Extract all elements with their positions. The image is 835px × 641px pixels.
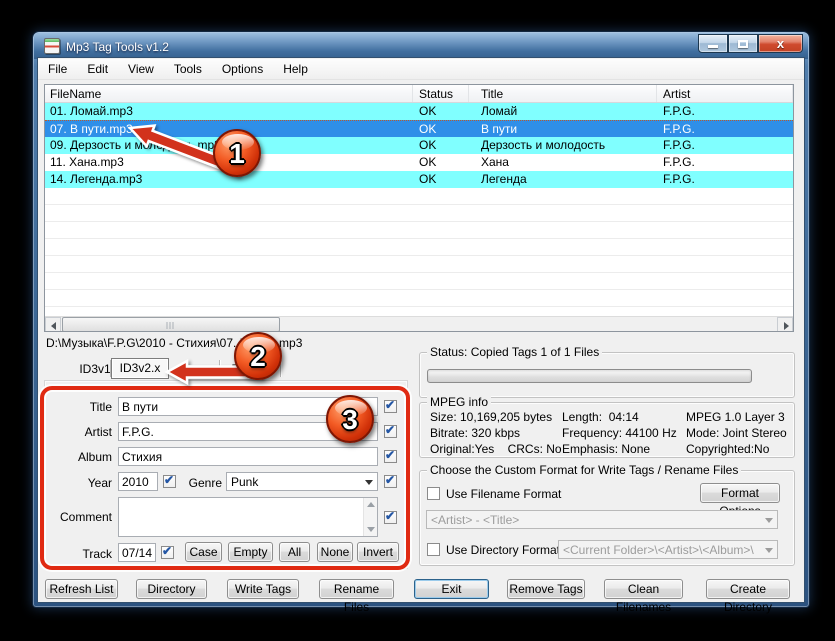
status-group-label: Status: Copied Tags 1 of 1 Files bbox=[427, 345, 602, 359]
file-list: FileName Status Title Artist 01. Ломай.m… bbox=[44, 84, 794, 332]
directory-format-value: <Current Folder>\<Artist>\<Album>\ bbox=[563, 543, 761, 557]
title-bar[interactable]: Mp3 Tag Tools v1.2 x bbox=[34, 33, 808, 59]
directory-format-select[interactable]: <Current Folder>\<Artist>\<Album>\ bbox=[558, 540, 778, 559]
minimize-button[interactable] bbox=[698, 34, 728, 53]
menu-item-view[interactable]: View bbox=[118, 59, 164, 80]
cell-artist: F.P.G. bbox=[657, 121, 793, 137]
maximize-icon bbox=[738, 40, 748, 48]
annotation-callout-2: 2 bbox=[234, 332, 282, 380]
file-row-selected[interactable]: 07. В пути.mp3 OK В пути F.P.G. bbox=[45, 120, 793, 137]
mpeg-copyrighted: Copyrighted:No bbox=[686, 442, 769, 456]
cell-status: OK bbox=[413, 171, 469, 188]
chevron-down-icon bbox=[765, 518, 773, 523]
column-header-status[interactable]: Status bbox=[413, 85, 469, 102]
custom-format-label: Choose the Custom Format for Write Tags … bbox=[427, 463, 741, 477]
horizontal-scrollbar[interactable] bbox=[45, 316, 793, 331]
column-header-artist[interactable]: Artist bbox=[657, 85, 793, 102]
maximize-button[interactable] bbox=[728, 34, 758, 53]
cell-title: Хана bbox=[469, 154, 657, 171]
file-row[interactable]: 09. Дерзость и молодость.mp3 OK Дерзость… bbox=[45, 137, 793, 154]
remove-tags-button[interactable]: Remove Tags bbox=[507, 579, 585, 599]
menu-item-tools[interactable]: Tools bbox=[164, 59, 212, 80]
directory-button[interactable]: Directory bbox=[136, 579, 207, 599]
filename-format-value: <Artist> - <Title> bbox=[431, 513, 761, 527]
cell-status: OK bbox=[413, 154, 469, 171]
scroll-left-button[interactable] bbox=[45, 317, 61, 332]
mpeg-emphasis: Emphasis: None bbox=[562, 442, 650, 456]
write-tags-button[interactable]: Write Tags bbox=[227, 579, 299, 599]
rename-files-button[interactable]: Rename Files bbox=[319, 579, 394, 599]
screenshot-root: Mp3 Tag Tools v1.2 x File Edit View Tool… bbox=[0, 0, 835, 641]
mpeg-length: Length: 04:14 bbox=[562, 410, 639, 424]
scrollbar-grip-icon bbox=[167, 322, 176, 329]
format-options-button[interactable]: Format Options bbox=[700, 483, 780, 503]
scrollbar-thumb[interactable] bbox=[62, 317, 280, 332]
use-directory-format-label: Use Directory Format bbox=[446, 543, 560, 557]
annotation-callout-1: 1 bbox=[213, 129, 261, 177]
menu-item-edit[interactable]: Edit bbox=[77, 59, 118, 80]
use-filename-format-checkbox[interactable] bbox=[427, 487, 440, 500]
cell-status: OK bbox=[413, 137, 469, 154]
mpeg-original: Original:Yes CRCs: No bbox=[430, 442, 562, 456]
cell-artist: F.P.G. bbox=[657, 171, 793, 188]
cell-artist: F.P.G. bbox=[657, 137, 793, 154]
filename-format-select[interactable]: <Artist> - <Title> bbox=[426, 510, 778, 529]
cell-filename: 01. Ломай.mp3 bbox=[45, 103, 413, 120]
scroll-right-icon bbox=[784, 322, 789, 330]
menu-item-help[interactable]: Help bbox=[273, 59, 318, 80]
column-header-title[interactable]: Title bbox=[469, 85, 657, 102]
cell-title: Дерзость и молодость bbox=[469, 137, 657, 154]
mpeg-version: MPEG 1.0 Layer 3 bbox=[686, 410, 785, 424]
list-empty-area bbox=[45, 188, 793, 316]
mpeg-info-label: MPEG info bbox=[427, 395, 491, 409]
file-row[interactable]: 11. Хана.mp3 OK Хана F.P.G. bbox=[45, 154, 793, 171]
menu-item-options[interactable]: Options bbox=[212, 59, 273, 80]
file-row[interactable]: 01. Ломай.mp3 OK Ломай F.P.G. bbox=[45, 103, 793, 120]
refresh-list-button[interactable]: Refresh List bbox=[45, 579, 118, 599]
cell-title: В пути bbox=[469, 121, 657, 137]
scroll-right-button[interactable] bbox=[777, 317, 793, 332]
cell-artist: F.P.G. bbox=[657, 103, 793, 120]
create-directory-button[interactable]: Create Directory bbox=[706, 579, 790, 599]
mpeg-mode: Mode: Joint Stereo bbox=[686, 426, 787, 440]
annotation-callout-3: 3 bbox=[326, 395, 374, 443]
clean-filenames-button[interactable]: Clean Filenames bbox=[604, 579, 683, 599]
file-row[interactable]: 14. Легенда.mp3 OK Легенда F.P.G. bbox=[45, 171, 793, 188]
cell-status: OK bbox=[413, 121, 469, 137]
mpeg-bitrate: Bitrate: 320 kbps bbox=[430, 426, 520, 440]
cell-artist: F.P.G. bbox=[657, 154, 793, 171]
use-filename-format-label: Use Filename Format bbox=[446, 487, 561, 501]
close-icon: x bbox=[777, 36, 784, 51]
mpeg-frequency: Frequency: 44100 Hz bbox=[562, 426, 677, 440]
mpeg-size: Size: 10,169,205 bytes bbox=[430, 410, 552, 424]
callout-number: 1 bbox=[215, 138, 259, 170]
app-icon bbox=[44, 38, 60, 54]
cell-title: Легенда bbox=[469, 171, 657, 188]
cell-title: Ломай bbox=[469, 103, 657, 120]
window-title: Mp3 Tag Tools v1.2 bbox=[66, 40, 169, 54]
list-header: FileName Status Title Artist bbox=[45, 85, 793, 103]
column-header-filename[interactable]: FileName bbox=[45, 85, 413, 102]
menu-bar: File Edit View Tools Options Help bbox=[38, 59, 804, 80]
use-directory-format-checkbox[interactable] bbox=[427, 543, 440, 556]
close-button[interactable]: x bbox=[758, 34, 803, 53]
progress-bar bbox=[427, 369, 752, 383]
minimize-icon bbox=[708, 45, 718, 48]
callout-number: 3 bbox=[328, 404, 372, 436]
tab-id3v2x[interactable]: ID3v2.x bbox=[111, 358, 169, 379]
cell-status: OK bbox=[413, 103, 469, 120]
exit-button[interactable]: Exit bbox=[414, 579, 489, 599]
chevron-down-icon bbox=[765, 548, 773, 553]
callout-number: 2 bbox=[236, 341, 280, 373]
menu-item-file[interactable]: File bbox=[38, 59, 77, 80]
scroll-left-icon bbox=[51, 322, 56, 330]
